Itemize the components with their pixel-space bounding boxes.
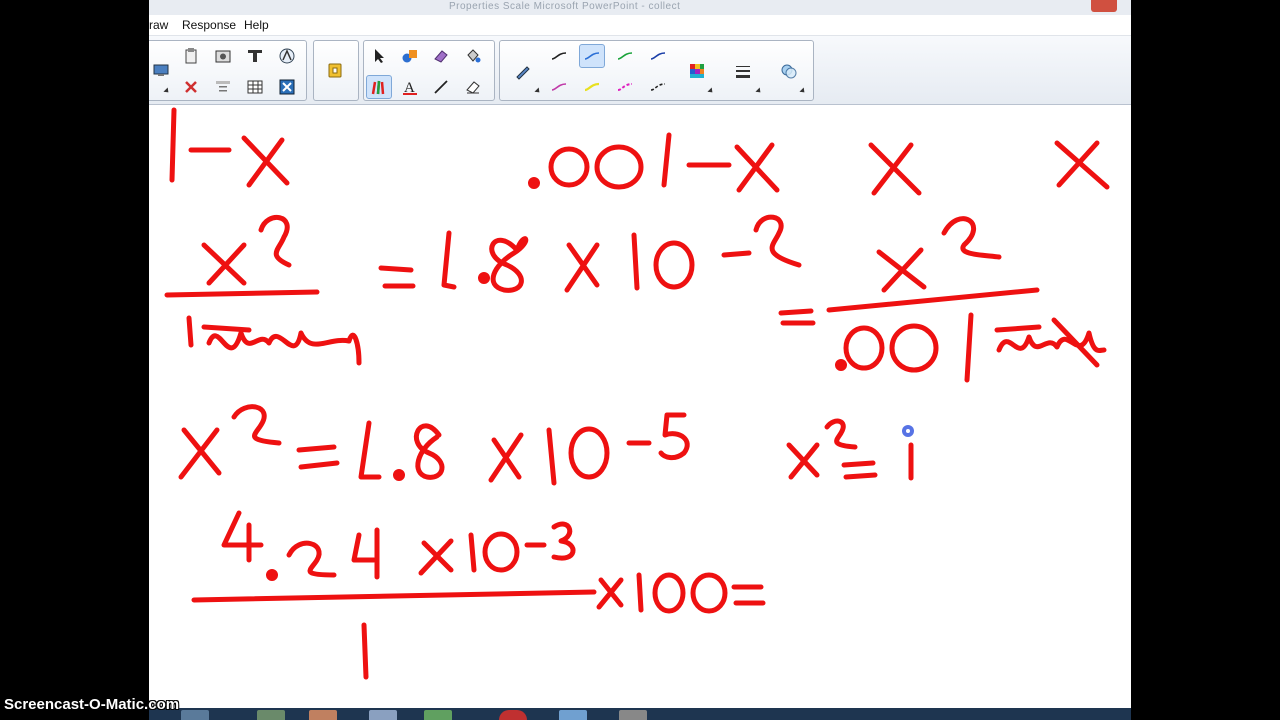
taskbar-app-3[interactable]	[309, 710, 337, 720]
taskbar	[149, 708, 1131, 720]
whiteboard-app: Properties Scale Microsoft PowerPoint - …	[149, 0, 1131, 720]
cursor-icon	[902, 425, 914, 437]
pens-icon[interactable]	[366, 75, 392, 99]
toolbar-group-attach	[313, 40, 359, 101]
toolbar-group-insert	[149, 40, 307, 101]
pen-green-icon[interactable]	[612, 44, 638, 68]
dropdown-arrow[interactable]	[163, 87, 171, 95]
taskbar-app-1[interactable]	[181, 710, 209, 720]
pen-magenta-icon[interactable]	[546, 75, 572, 99]
layout-icon[interactable]	[210, 75, 236, 99]
attach-icon[interactable]	[322, 58, 348, 82]
eraser-tool-icon[interactable]	[460, 75, 486, 99]
line-width-icon[interactable]	[730, 59, 756, 83]
text-tool-icon[interactable]: A	[397, 75, 423, 99]
table-icon[interactable]	[242, 75, 268, 99]
menu-draw[interactable]: raw	[149, 18, 168, 32]
toolbar-group-draw: A	[363, 40, 495, 101]
select-icon[interactable]	[366, 44, 392, 68]
ink-one	[169, 107, 177, 183]
fill-effects-icon[interactable]	[776, 59, 802, 83]
clipart-icon[interactable]	[274, 44, 300, 68]
taskbar-app-5[interactable]	[424, 710, 452, 720]
drawing-canvas[interactable]	[149, 105, 1131, 705]
handwriting-ink	[164, 107, 1110, 680]
camera-icon[interactable]	[149, 57, 174, 81]
shapes-icon[interactable]	[397, 44, 423, 68]
close-box-icon[interactable]	[274, 75, 300, 99]
width-dropdown-arrow[interactable]	[755, 87, 763, 95]
toolbar-group-pens	[499, 40, 814, 101]
toolbar: A	[149, 36, 1131, 105]
highlighter-yellow-icon[interactable]	[579, 75, 605, 99]
ink-x	[241, 135, 290, 188]
paste-icon[interactable]	[178, 44, 204, 68]
pen-navy-icon[interactable]	[645, 44, 671, 68]
color-palette-icon[interactable]	[684, 59, 710, 83]
effects-dropdown-arrow[interactable]	[799, 87, 807, 95]
delete-icon[interactable]	[178, 75, 204, 99]
taskbar-app-6[interactable]	[499, 710, 527, 720]
pen-black-dashed-icon[interactable]	[645, 75, 671, 99]
color-dropdown-arrow[interactable]	[707, 87, 715, 95]
window-title: Properties Scale Microsoft PowerPoint - …	[449, 1, 681, 12]
taskbar-app-7[interactable]	[559, 710, 587, 720]
ink-fraction-bar-right	[826, 287, 1040, 313]
screenshot-icon[interactable]	[210, 44, 236, 68]
taskbar-app-2[interactable]	[257, 710, 285, 720]
menu-help[interactable]: Help	[244, 18, 269, 32]
pen-dropdown-arrow[interactable]	[534, 87, 542, 95]
title-bar: Properties Scale Microsoft PowerPoint - …	[149, 0, 1131, 16]
ink-equals-right	[778, 308, 816, 326]
menu-bar: raw Response Help	[149, 15, 1131, 36]
ink-fraction-bar	[164, 289, 320, 298]
taskbar-app-4[interactable]	[369, 710, 397, 720]
ink-fraction-bar-bottom	[191, 589, 597, 603]
watermark: Screencast-O-Matic.com	[4, 696, 180, 713]
eraser-icon[interactable]	[428, 44, 454, 68]
menu-response[interactable]: Response	[182, 18, 236, 32]
fill-icon[interactable]	[460, 44, 486, 68]
taskbar-app-8[interactable]	[619, 710, 647, 720]
pen-black-icon[interactable]	[546, 44, 572, 68]
close-window-button[interactable]	[1091, 0, 1117, 12]
line-icon[interactable]	[428, 75, 454, 99]
ink-x2	[201, 242, 247, 286]
pen-blue-icon[interactable]	[579, 44, 605, 68]
pen-pink-dashed-icon[interactable]	[612, 75, 638, 99]
text-icon[interactable]	[242, 44, 268, 68]
pen-icon[interactable]	[510, 59, 536, 83]
